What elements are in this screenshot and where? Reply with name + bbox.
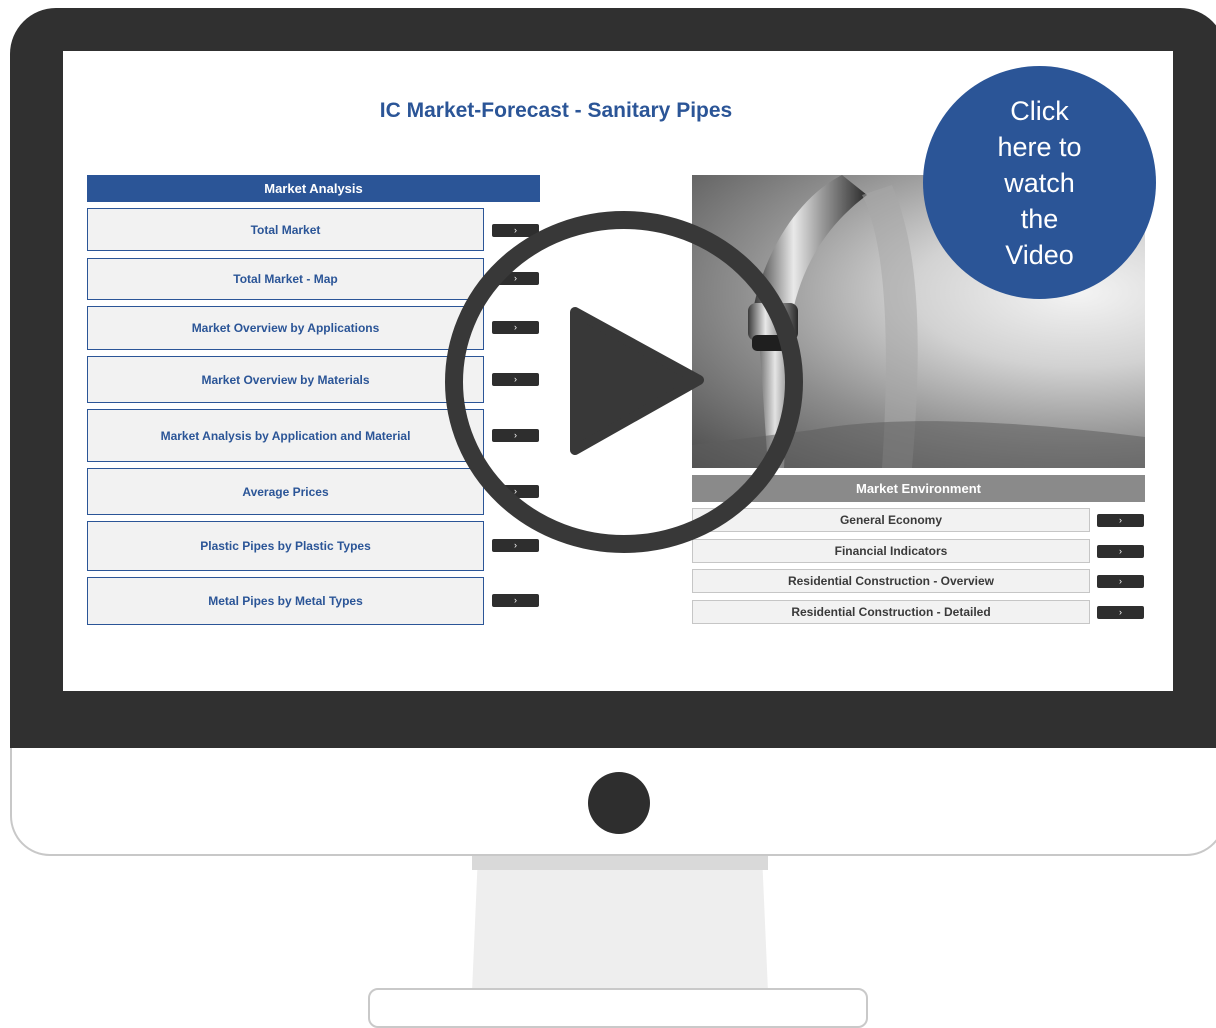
cta-line: here to	[997, 131, 1082, 162]
nav-item-metal-pipes[interactable]: Metal Pipes by Metal Types	[87, 577, 484, 625]
nav-item-market-overview-applications[interactable]: Market Overview by Applications	[87, 306, 484, 350]
watch-video-cta-text: Click here to watch the Video	[980, 93, 1100, 273]
play-icon	[570, 307, 704, 455]
nav-item-residential-construction-detailed[interactable]: Residential Construction - Detailed	[692, 600, 1090, 624]
go-button-general-economy[interactable]: ›	[1097, 514, 1144, 527]
monitor-stand-foot	[368, 988, 868, 1028]
market-analysis-header: Market Analysis	[87, 175, 540, 202]
nav-item-total-market-map[interactable]: Total Market - Map	[87, 258, 484, 300]
nav-item-total-market[interactable]: Total Market	[87, 208, 484, 251]
cta-line: the	[1020, 203, 1059, 234]
nav-item-market-analysis-application-material[interactable]: Market Analysis by Application and Mater…	[87, 409, 484, 462]
go-button-residential-construction-detailed[interactable]: ›	[1097, 606, 1144, 619]
cta-line: Video	[1005, 239, 1074, 270]
cta-line: Click	[1010, 95, 1069, 126]
nav-item-market-overview-materials[interactable]: Market Overview by Materials	[87, 356, 484, 403]
nav-item-average-prices[interactable]: Average Prices	[87, 468, 484, 515]
go-button-financial-indicators[interactable]: ›	[1097, 545, 1144, 558]
monitor-button-icon	[588, 772, 650, 834]
go-button-metal-pipes[interactable]: ›	[492, 594, 539, 607]
watch-video-cta[interactable]: Click here to watch the Video	[923, 66, 1156, 299]
cta-line: watch	[1004, 167, 1075, 198]
go-button-residential-construction-overview[interactable]: ›	[1097, 575, 1144, 588]
play-video-button[interactable]	[437, 200, 811, 564]
monitor-stand-neck	[472, 856, 768, 992]
page-title: IC Market-Forecast - Sanitary Pipes	[379, 99, 733, 122]
nav-item-residential-construction-overview[interactable]: Residential Construction - Overview	[692, 569, 1090, 593]
monitor-stand-shadow	[472, 856, 768, 870]
nav-item-plastic-pipes[interactable]: Plastic Pipes by Plastic Types	[87, 521, 484, 571]
